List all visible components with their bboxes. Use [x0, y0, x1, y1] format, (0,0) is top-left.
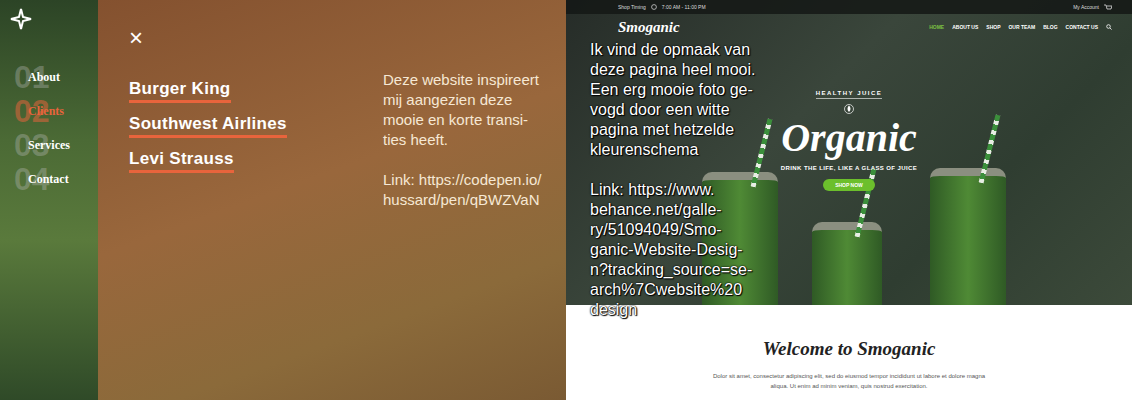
menu: HOME ABOUT US SHOP OUR TEAM BLOG CONTACT US — [929, 24, 1112, 30]
jar-shape — [812, 222, 882, 305]
cart-icon[interactable] — [1104, 4, 1112, 11]
menu-item[interactable]: SHOP — [986, 24, 1000, 30]
annotation-link: behance.net/galle- — [590, 200, 755, 220]
nav-item[interactable]: 01About — [10, 60, 98, 94]
annotation-link: arch%7Cwebsite%20 — [590, 280, 755, 300]
nav-item[interactable]: 03Services — [10, 128, 98, 162]
client-link[interactable]: Levi Strauss — [129, 148, 234, 173]
shop-hours: 7:00 AM - 11:00 PM — [662, 4, 706, 10]
moodboard: 01About02Clients03Services04Contact × Burg… — [0, 0, 1132, 400]
welcome-text: aliqua. Ut enim ad minim veniam, quis no… — [770, 381, 927, 391]
welcome-text: Dolor sit amet, consectetur adipiscing e… — [713, 371, 985, 381]
menu-item[interactable]: HOME — [929, 24, 944, 30]
jar-shape — [930, 168, 1006, 305]
annotation-line: mooie en korte transi- — [383, 110, 541, 130]
annotation: Ik vind de opmaak vandeze pagina heel mo… — [590, 40, 755, 320]
search-icon[interactable] — [1106, 24, 1112, 30]
nav-label[interactable]: Services — [10, 138, 70, 153]
leaf-icon — [844, 103, 854, 115]
client-list: Burger King Southwest Airlines Levi Straus… — [129, 70, 383, 210]
client-link[interactable]: Southwest Airlines — [129, 113, 287, 138]
clock-icon — [651, 4, 657, 10]
welcome-section: Welcome to Smoganic Dolor sit amet, conse… — [566, 305, 1132, 391]
menu-item[interactable]: CONTACT US — [1066, 24, 1098, 30]
annotation-line: kleurenschema — [590, 140, 755, 160]
annotation-link: ganic-Website-Desig- — [590, 240, 755, 260]
star-logo-icon[interactable] — [10, 8, 32, 30]
smoganic-screenshot: Shop Timing7:00 AM - 11:00 PMMy AccountS… — [566, 0, 1132, 400]
annotation-link: Link: https://www. — [590, 180, 755, 200]
menu-item[interactable]: ABOUT US — [952, 24, 978, 30]
annotation-link: hussard/pen/qBWZVaN — [383, 190, 541, 210]
annotation-line: mij aangezien deze — [383, 90, 541, 110]
menu-item[interactable]: OUR TEAM — [1008, 24, 1035, 30]
close-button[interactable]: × — [129, 26, 149, 50]
nav-label[interactable]: Clients — [10, 104, 64, 119]
top-bar: Shop Timing 7:00 AM - 11:00 PM My Account — [566, 0, 1132, 14]
annotation-line: pagina met hetzelde — [590, 120, 755, 140]
logo[interactable]: Smoganic — [618, 19, 680, 36]
nav-item[interactable]: 04Contact — [10, 162, 98, 196]
annotation-line: Deze website inspireert — [383, 70, 541, 90]
clients-overlay: × Burger King Southwest Airlines Levi Strau… — [98, 0, 566, 400]
annotation-link: design — [590, 300, 755, 320]
side-nav: 01About02Clients03Services04Contact — [10, 60, 98, 196]
nav-label[interactable]: About — [10, 70, 60, 85]
navbar: Smoganic HOME ABOUT US SHOP OUR TEAM BLOG CONT… — [566, 14, 1132, 40]
welcome-title: Welcome to Smoganic — [763, 337, 936, 361]
account-link[interactable]: My Account — [1073, 4, 1099, 10]
annotation-link: Link: https://codepen.io/ — [383, 170, 541, 190]
hero-title: Organic — [781, 115, 917, 161]
nav-label[interactable]: Contact — [10, 172, 69, 187]
annotation-line: ties heeft. — [383, 130, 541, 150]
annotation-line: deze pagina heel mooi. — [590, 60, 755, 80]
menu-item[interactable]: BLOG — [1043, 24, 1057, 30]
annotation-link: ry/51094049/Smo- — [590, 220, 755, 240]
annotation-line: Een erg mooie foto ge- — [590, 80, 755, 100]
annotation-line: Ik vind de opmaak van — [590, 40, 755, 60]
annotation: Deze website inspireertmij aangezien dez… — [383, 70, 541, 210]
sidebar: 01About02Clients03Services04Contact — [0, 0, 98, 400]
client-link[interactable]: Burger King — [129, 78, 231, 103]
codepen-screenshot: 01About02Clients03Services04Contact × Burg… — [0, 0, 566, 400]
shop-timing-label: Shop Timing — [618, 4, 646, 10]
shop-now-button[interactable]: SHOP NOW — [823, 179, 875, 191]
annotation-line: vogd door een witte — [590, 100, 755, 120]
hero-eyebrow: HEALTHY JUICE — [816, 90, 883, 99]
hero-tagline: DRINK THE LIFE, LIKE A GLASS OF JUICE — [781, 165, 917, 171]
annotation-link: n?tracking_source=se- — [590, 260, 755, 280]
nav-item[interactable]: 02Clients — [10, 94, 98, 128]
